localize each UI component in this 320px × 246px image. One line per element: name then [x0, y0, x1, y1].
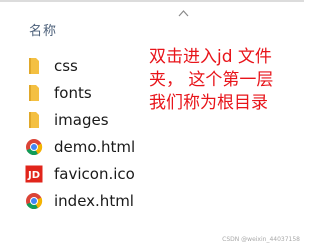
svg-text:JD: JD	[27, 170, 40, 181]
folder-icon	[24, 110, 44, 130]
chrome-icon	[24, 191, 44, 211]
jd-icon: JD	[24, 164, 44, 184]
annotation-line: 我们称为根目录	[149, 93, 268, 113]
folder-icon	[24, 56, 44, 76]
file-name: index.html	[54, 192, 134, 210]
file-name: css	[54, 57, 78, 75]
annotation-line: 夹， 这个第一层	[149, 70, 274, 90]
chrome-icon	[24, 137, 44, 157]
column-header-name[interactable]: 名称	[29, 20, 57, 39]
annotation-text: 双击进入jd 文件 夹， 这个第一层 我们称为根目录	[149, 46, 299, 115]
watermark: CSDN @weixin_44037158	[222, 236, 300, 243]
file-name: demo.html	[54, 138, 136, 156]
file-explorer-window: 名称 css fonts images demo.html JD favicon…	[0, 0, 304, 246]
file-name: images	[54, 111, 109, 129]
folder-icon	[24, 83, 44, 103]
sort-ascending-icon[interactable]	[178, 9, 189, 17]
file-name: favicon.ico	[54, 165, 135, 183]
file-row-index-html[interactable]: index.html	[24, 189, 184, 213]
annotation-line: 双击进入jd 文件	[149, 47, 272, 67]
file-row-favicon-ico[interactable]: JD favicon.ico	[24, 162, 184, 186]
top-border	[0, 0, 304, 2]
file-row-demo-html[interactable]: demo.html	[24, 135, 184, 159]
file-name: fonts	[54, 84, 92, 102]
